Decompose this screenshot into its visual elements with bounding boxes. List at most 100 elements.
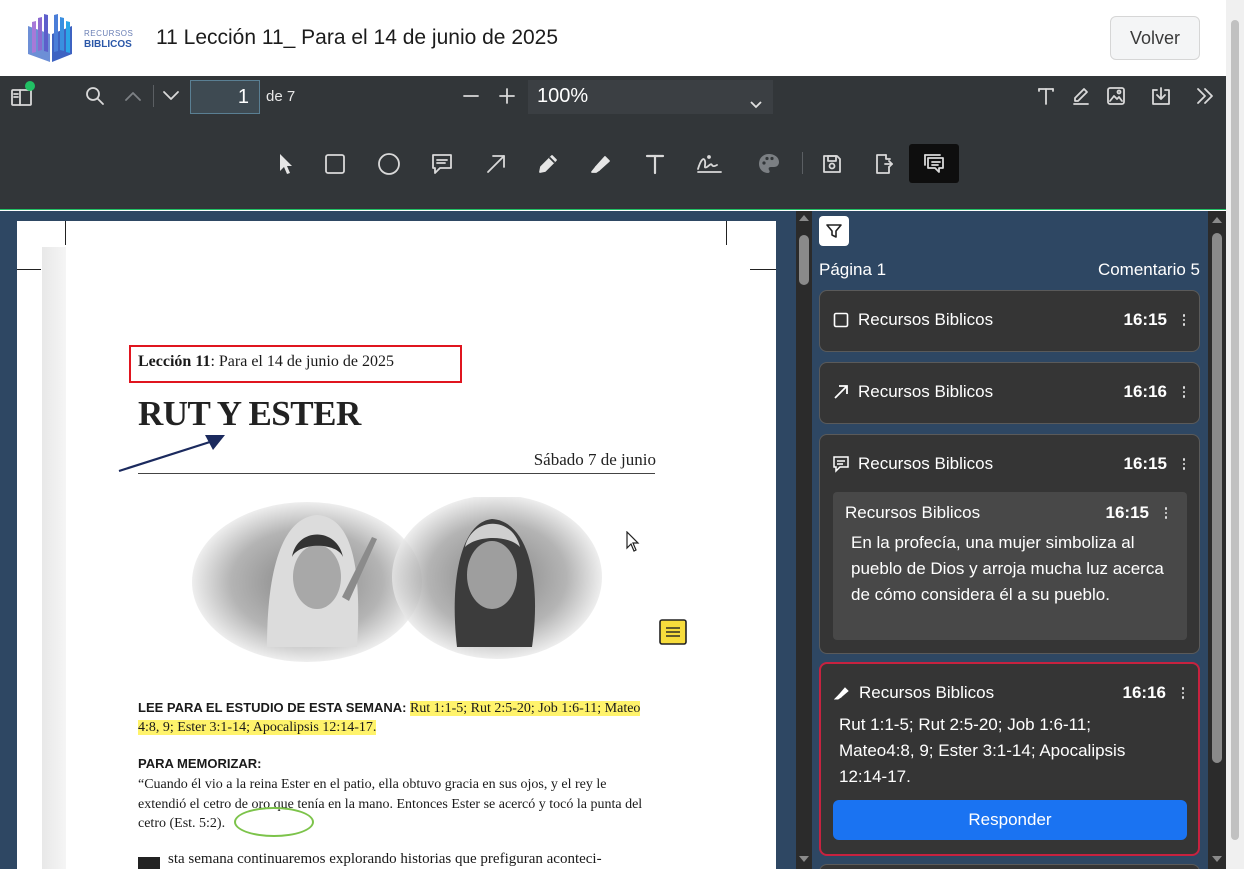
crop-mark bbox=[17, 269, 41, 270]
chevron-up-icon[interactable] bbox=[122, 86, 144, 106]
sticky-note-icon[interactable] bbox=[659, 619, 687, 645]
comments-scrollbar-thumb[interactable] bbox=[1212, 233, 1222, 763]
lesson-label: Lección 11 bbox=[138, 353, 211, 370]
ellipse-annotation[interactable] bbox=[234, 807, 314, 837]
lesson-date-line: Sábado 7 de junio bbox=[533, 450, 656, 469]
back-button[interactable]: Volver bbox=[1110, 16, 1200, 60]
image-icon[interactable] bbox=[1104, 85, 1128, 107]
comment-card[interactable] bbox=[819, 864, 1200, 869]
search-icon[interactable] bbox=[84, 85, 106, 107]
highlighter-icon bbox=[833, 684, 851, 702]
more-options-icon[interactable] bbox=[1181, 314, 1187, 326]
export-icon[interactable] bbox=[871, 151, 897, 177]
document-scrollbar-thumb[interactable] bbox=[799, 235, 809, 285]
window-scrollbar[interactable] bbox=[1226, 0, 1244, 869]
document-viewport[interactable]: Lección 11: Para el 14 de junio de 2025 … bbox=[0, 211, 796, 869]
toolbar-separator bbox=[153, 85, 154, 107]
highlighter-icon[interactable] bbox=[588, 151, 614, 177]
ellipse-icon[interactable] bbox=[375, 151, 403, 177]
window-scrollbar-thumb[interactable] bbox=[1231, 20, 1239, 840]
mouse-cursor-icon bbox=[626, 531, 640, 552]
filter-button[interactable] bbox=[819, 216, 849, 246]
crop-mark bbox=[65, 221, 66, 245]
reply-text: En la profecía, una mujer simboliza al p… bbox=[851, 533, 1164, 604]
text-tool-icon[interactable] bbox=[642, 151, 668, 177]
comment-card[interactable]: Recursos Biblicos 16:15 bbox=[819, 290, 1200, 352]
app-header: RECURSOS BIBLICOS 11 Lección 11_ Para el… bbox=[0, 0, 1226, 76]
comments-panel: Página 1 Comentario 5 Recursos Biblicos … bbox=[812, 211, 1208, 869]
memory-verse-reference: (Est. 5:2). bbox=[169, 816, 226, 831]
lesson-heading: Lección 11: Para el 14 de junio de 2025 bbox=[138, 353, 394, 371]
arrow-annotation[interactable] bbox=[113, 426, 233, 476]
logo-line1: RECURSOS bbox=[84, 29, 134, 38]
scroll-down-icon[interactable] bbox=[799, 856, 809, 862]
more-options-icon[interactable] bbox=[1180, 687, 1186, 699]
scroll-up-icon[interactable] bbox=[1212, 217, 1222, 223]
zoom-out-icon[interactable] bbox=[460, 86, 482, 106]
crop-mark bbox=[726, 221, 727, 245]
comment-time: 16:16 bbox=[1122, 683, 1166, 702]
study-label: LEE PARA EL ESTUDIO DE ESTA SEMANA: bbox=[138, 700, 407, 715]
more-options-icon[interactable] bbox=[1181, 458, 1187, 470]
document-scrollbar[interactable] bbox=[796, 211, 812, 869]
lesson-date: : Para el 14 de junio de 2025 bbox=[210, 353, 394, 370]
select-pointer-icon[interactable] bbox=[274, 151, 298, 177]
comment-time: 16:15 bbox=[1123, 454, 1167, 473]
book-logo-icon bbox=[28, 14, 72, 62]
comment-author: Recursos Biblicos bbox=[858, 382, 994, 401]
divider bbox=[138, 473, 655, 474]
signature-icon[interactable] bbox=[694, 151, 724, 177]
comment-time: 16:15 bbox=[1123, 310, 1167, 329]
double-chevron-right-icon[interactable] bbox=[1193, 85, 1217, 107]
pdf-page[interactable]: Lección 11: Para el 14 de junio de 2025 … bbox=[17, 221, 776, 869]
toolbar-separator bbox=[802, 152, 803, 174]
study-references: LEE PARA EL ESTUDIO DE ESTA SEMANA: Rut … bbox=[138, 698, 658, 737]
save-icon[interactable] bbox=[819, 151, 845, 177]
pencil-icon[interactable] bbox=[535, 151, 561, 177]
comment-card-selected[interactable]: Recursos Biblicos 16:16 Rut 1:1-5; Rut 2… bbox=[819, 662, 1200, 856]
zoom-value: 100% bbox=[537, 85, 589, 107]
comments-panel-icon[interactable] bbox=[909, 144, 959, 183]
more-options-icon[interactable] bbox=[1181, 386, 1187, 398]
arrow-icon bbox=[832, 383, 850, 401]
more-options-icon[interactable] bbox=[1163, 507, 1169, 519]
rectangle-icon bbox=[832, 311, 850, 329]
page-count: de 7 bbox=[266, 88, 296, 105]
page-edge-strip bbox=[42, 247, 66, 869]
ruth-esther-illustration bbox=[192, 497, 602, 662]
filter-icon bbox=[826, 224, 842, 238]
download-icon[interactable] bbox=[1149, 85, 1173, 107]
zoom-in-icon[interactable] bbox=[496, 86, 518, 106]
recursos-biblicos-logo[interactable]: RECURSOS BIBLICOS bbox=[24, 12, 134, 64]
scroll-down-icon[interactable] bbox=[1212, 856, 1222, 862]
comment-icon bbox=[832, 455, 850, 473]
comment-reply[interactable]: Recursos Biblicos 16:15 En la profecía, … bbox=[833, 492, 1187, 640]
comment-author: Recursos Biblicos bbox=[858, 310, 994, 329]
comment-time: 16:16 bbox=[1123, 382, 1167, 401]
arrow-icon[interactable] bbox=[483, 151, 509, 177]
zoom-select[interactable]: 100% bbox=[528, 80, 773, 114]
chevron-down-icon[interactable] bbox=[160, 86, 182, 106]
comments-scrollbar[interactable] bbox=[1208, 211, 1226, 869]
comment-text: Rut 1:1-5; Rut 2:5-20; Job 1:6-11; Mateo… bbox=[839, 715, 1126, 786]
comments-count: Comentario 5 bbox=[1097, 260, 1200, 279]
text-icon[interactable] bbox=[1034, 85, 1058, 107]
comments-page-label: Página 1 bbox=[819, 260, 887, 279]
document-title: 11 Lección 11_ Para el 14 de junio de 20… bbox=[156, 26, 559, 49]
chevron-down-icon bbox=[749, 89, 763, 122]
respond-button[interactable]: Responder bbox=[833, 800, 1187, 840]
logo-line2: BIBLICOS bbox=[84, 39, 132, 50]
rectangle-icon[interactable] bbox=[322, 151, 348, 177]
comment-card[interactable]: Recursos Biblicos 16:15 Recursos Biblico… bbox=[819, 434, 1200, 654]
drop-cap bbox=[138, 857, 160, 869]
comment-icon[interactable] bbox=[428, 151, 456, 177]
comment-card[interactable]: Recursos Biblicos 16:16 bbox=[819, 362, 1200, 424]
edit-icon[interactable] bbox=[1069, 85, 1093, 107]
palette-icon[interactable] bbox=[756, 151, 782, 177]
crop-mark bbox=[750, 269, 776, 270]
scroll-up-icon[interactable] bbox=[799, 215, 809, 221]
reply-author: Recursos Biblicos bbox=[845, 503, 981, 522]
comment-author: Recursos Biblicos bbox=[859, 683, 995, 702]
page-number-input[interactable] bbox=[190, 80, 260, 114]
status-dot bbox=[25, 81, 35, 91]
